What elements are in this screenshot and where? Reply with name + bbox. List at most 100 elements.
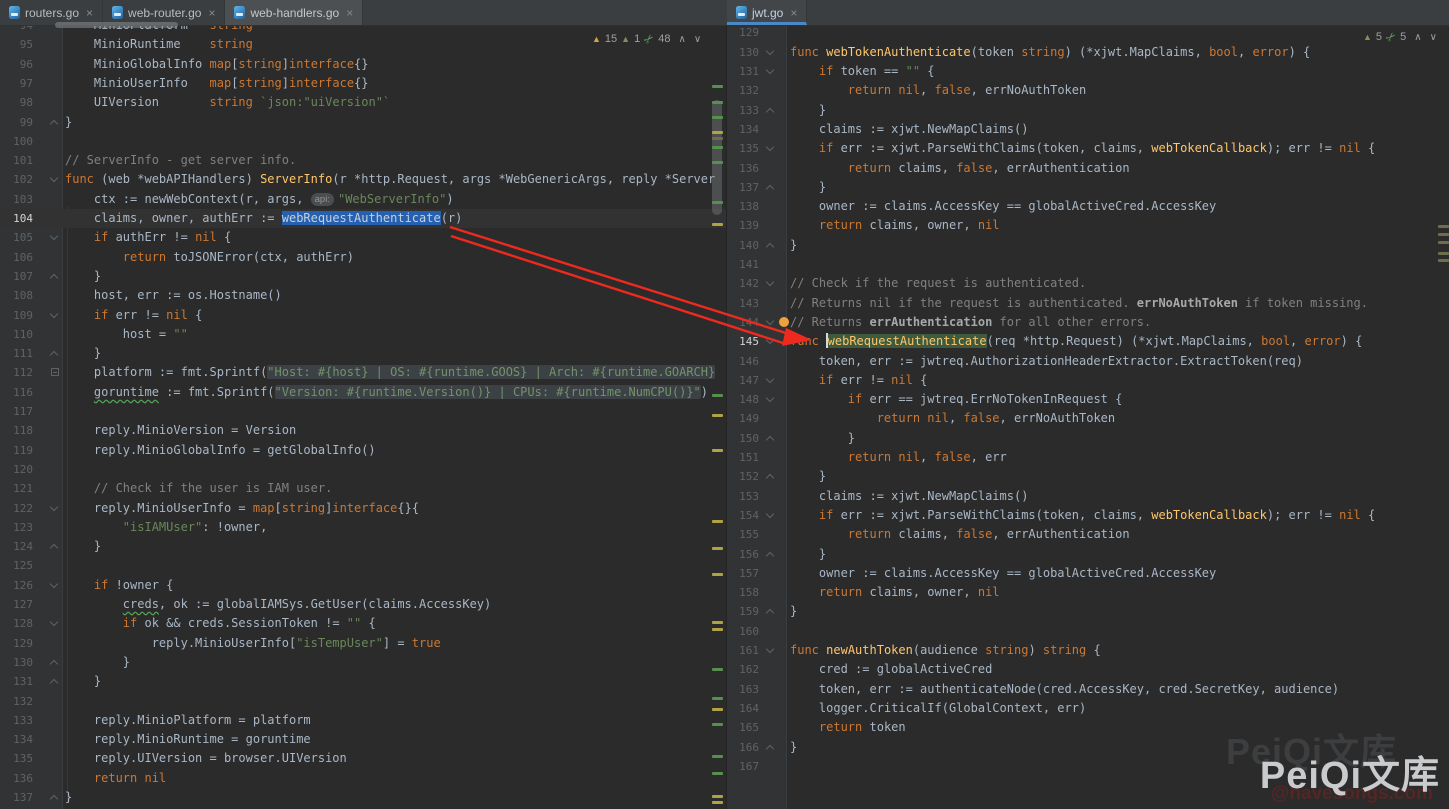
tab-web-handlers-go[interactable]: web-handlers.go× [225,0,363,25]
code-line-136[interactable]: 136 return claims, false, errAuthenticat… [727,159,1449,178]
code-line-129[interactable]: 129 [727,26,1449,43]
fold-marker-icon[interactable] [764,602,777,621]
code-line-103[interactable]: 103 ctx := newWebContext(r, args, api:"W… [0,190,726,209]
horizontal-scrollbar-thumb[interactable] [55,22,178,28]
code-line-136[interactable]: 136 return nil [0,769,726,788]
fold-marker-icon[interactable] [764,332,777,351]
code-line-110[interactable]: 110 host = "" [0,325,726,344]
code-line-144[interactable]: 144// Returns errAuthentication for all … [727,313,1449,332]
fold-marker-icon[interactable] [48,344,61,363]
prev-error-button[interactable]: ∧ [1410,32,1421,43]
code-line-119[interactable]: 119 reply.MinioGlobalInfo = getGlobalInf… [0,441,726,460]
close-icon[interactable]: × [84,7,93,19]
fold-marker-icon[interactable] [764,738,777,757]
code-line-162[interactable]: 162 cred := globalActiveCred [727,660,1449,679]
fold-marker-icon[interactable] [48,576,61,595]
code-line-124[interactable]: 124 } [0,537,726,556]
code-line-123[interactable]: 123 "isIAMUser": !owner, [0,518,726,537]
code-line-132[interactable]: 132 [0,692,726,711]
tab-jwt-go[interactable]: jwt.go× [727,0,807,25]
code-line-141[interactable]: 141 [727,255,1449,274]
fold-marker-icon[interactable] [48,614,61,633]
fold-marker-icon[interactable] [764,313,777,332]
fold-marker-icon[interactable] [764,43,777,62]
code-line-153[interactable]: 153 claims := xjwt.NewMapClaims() [727,487,1449,506]
code-line-154[interactable]: 154 if err := xjwt.ParseWithClaims(token… [727,506,1449,525]
intention-bulb-icon[interactable] [779,317,789,327]
fold-marker-icon[interactable] [48,363,61,382]
code-line-127[interactable]: 127 creds, ok := globalIAMSys.GetUser(cl… [0,595,726,614]
fold-marker-icon[interactable] [764,506,777,525]
code-line-146[interactable]: 146 token, err := jwtreq.AuthorizationHe… [727,352,1449,371]
code-line-100[interactable]: 100 [0,132,726,151]
fold-marker-icon[interactable] [764,545,777,564]
code-line-155[interactable]: 155 return claims, false, errAuthenticat… [727,525,1449,544]
code-line-137[interactable]: 137 } [727,178,1449,197]
fold-marker-icon[interactable] [48,170,61,189]
fold-marker-icon[interactable] [764,236,777,255]
code-line-135[interactable]: 135 reply.UIVersion = browser.UIVersion [0,749,726,768]
code-line-107[interactable]: 107 } [0,267,726,286]
code-line-118[interactable]: 118 reply.MinioVersion = Version [0,421,726,440]
code-line-130[interactable]: 130 } [0,653,726,672]
code-line-108[interactable]: 108 host, err := os.Hostname() [0,286,726,305]
code-line-133[interactable]: 133 } [727,101,1449,120]
fold-marker-icon[interactable] [764,178,777,197]
code-line-131[interactable]: 131 if token == "" { [727,62,1449,81]
fold-marker-icon[interactable] [48,788,61,807]
fold-marker-icon[interactable] [764,390,777,409]
code-line-145[interactable]: 145func webRequestAuthenticate(req *http… [727,332,1449,351]
code-line-156[interactable]: 156 } [727,545,1449,564]
code-line-143[interactable]: 143// Returns nil if the request is auth… [727,294,1449,313]
fold-marker-icon[interactable] [48,113,61,132]
fold-marker-icon[interactable] [764,62,777,81]
close-icon[interactable]: × [206,7,215,19]
fold-marker-icon[interactable] [764,101,777,120]
code-line-159[interactable]: 159} [727,602,1449,621]
fold-marker-icon[interactable] [764,641,777,660]
code-line-148[interactable]: 148 if err == jwtreq.ErrNoTokenInRequest… [727,390,1449,409]
code-line-140[interactable]: 140} [727,236,1449,255]
code-line-139[interactable]: 139 return claims, owner, nil [727,216,1449,235]
fold-marker-icon[interactable] [48,267,61,286]
code-line-134[interactable]: 134 reply.MinioRuntime = goruntime [0,730,726,749]
fold-marker-icon[interactable] [48,306,61,325]
fold-marker-icon[interactable] [764,371,777,390]
close-icon[interactable]: × [344,7,353,19]
code-line-129[interactable]: 129 reply.MinioUserInfo["isTempUser"] = … [0,634,726,653]
next-error-button[interactable]: ∨ [690,34,701,45]
code-line-105[interactable]: 105 if authErr != nil { [0,228,726,247]
code-line-128[interactable]: 128 if ok && creds.SessionToken != "" { [0,614,726,633]
code-line-121[interactable]: 121 // Check if the user is IAM user. [0,479,726,498]
code-line-101[interactable]: 101// ServerInfo - get server info. [0,151,726,170]
code-line-157[interactable]: 157 owner := claims.AccessKey == globalA… [727,564,1449,583]
code-line-96[interactable]: 96 MinioGlobalInfo map[string]interface{… [0,55,726,74]
code-line-164[interactable]: 164 logger.CriticalIf(GlobalContext, err… [727,699,1449,718]
code-line-149[interactable]: 149 return nil, false, errNoAuthToken [727,409,1449,428]
code-line-111[interactable]: 111 } [0,344,726,363]
code-line-126[interactable]: 126 if !owner { [0,576,726,595]
inspections-widget-left[interactable]: ▲ 15 ▲ 1 ✂ 48 ∧ ∨ [592,32,701,46]
next-error-button[interactable]: ∨ [1426,32,1437,43]
code-line-125[interactable]: 125 [0,556,726,575]
fold-marker-icon[interactable] [764,274,777,293]
code-line-120[interactable]: 120 [0,460,726,479]
fold-marker-icon[interactable] [764,139,777,158]
code-line-133[interactable]: 133 reply.MinioPlatform = platform [0,711,726,730]
fold-marker-icon[interactable] [48,653,61,672]
code-line-142[interactable]: 142// Check if the request is authentica… [727,274,1449,293]
code-line-158[interactable]: 158 return claims, owner, nil [727,583,1449,602]
editor-pane-jwt[interactable]: 129130func webTokenAuthenticate(token st… [727,26,1449,809]
code-line-109[interactable]: 109 if err != nil { [0,306,726,325]
close-icon[interactable]: × [788,7,797,19]
fold-marker-icon[interactable] [764,467,777,486]
code-line-106[interactable]: 106 return toJSONError(ctx, authErr) [0,248,726,267]
editor-pane-web-handlers[interactable]: 94 MinioPlatform string95 MinioRuntime s… [0,26,727,809]
code-line-97[interactable]: 97 MinioUserInfo map[string]interface{} [0,74,726,93]
code-line-112[interactable]: 112 platform := fmt.Sprintf("Host: #{hos… [0,363,726,382]
code-line-131[interactable]: 131 } [0,672,726,691]
code-line-132[interactable]: 132 return nil, false, errNoAuthToken [727,81,1449,100]
fold-marker-icon[interactable] [48,537,61,556]
inspections-widget-right[interactable]: ▲ 5 ✂ 5 ∧ ∨ [1363,30,1437,44]
fold-marker-icon[interactable] [48,228,61,247]
